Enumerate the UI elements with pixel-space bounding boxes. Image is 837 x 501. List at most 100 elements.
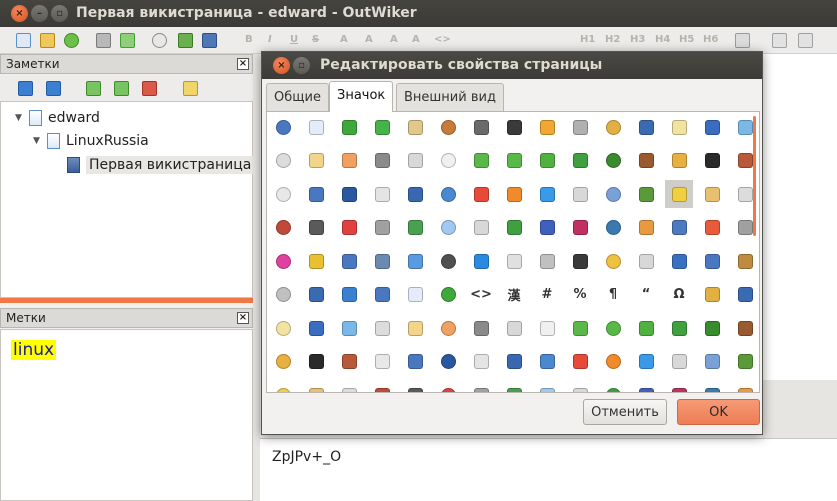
- icon-option[interactable]: [434, 147, 462, 175]
- icon-option[interactable]: [566, 247, 594, 275]
- icon-option[interactable]: [698, 281, 726, 309]
- icon-option[interactable]: [467, 180, 495, 208]
- icon-option[interactable]: [599, 314, 627, 342]
- icon-option[interactable]: [665, 147, 693, 175]
- remove-page-icon[interactable]: [142, 81, 157, 96]
- icon-option[interactable]: [533, 180, 561, 208]
- icon-option[interactable]: [665, 180, 693, 208]
- icon-option[interactable]: [698, 381, 726, 392]
- icon-option[interactable]: [368, 281, 396, 309]
- icon-option[interactable]: [533, 147, 561, 175]
- icon-option[interactable]: [698, 147, 726, 175]
- font-a4-button[interactable]: A: [412, 34, 420, 45]
- icon-option[interactable]: [401, 281, 429, 309]
- icon-option[interactable]: [368, 214, 396, 242]
- icon-option[interactable]: [599, 348, 627, 376]
- icon-option[interactable]: [698, 113, 726, 141]
- icon-option[interactable]: [269, 348, 297, 376]
- icon-option[interactable]: [302, 214, 330, 242]
- icon-option[interactable]: [368, 247, 396, 275]
- ok-button[interactable]: OK: [677, 399, 760, 425]
- icon-option[interactable]: [533, 247, 561, 275]
- tag-link[interactable]: linux: [11, 340, 57, 360]
- icon-option[interactable]: [467, 314, 495, 342]
- icon-option[interactable]: [500, 180, 528, 208]
- icon-option[interactable]: [269, 180, 297, 208]
- icon-option[interactable]: [401, 314, 429, 342]
- icon-option[interactable]: [698, 348, 726, 376]
- icon-option[interactable]: [500, 314, 528, 342]
- icon-option[interactable]: [434, 247, 462, 275]
- icon-option[interactable]: [434, 214, 462, 242]
- icon-option[interactable]: [335, 180, 363, 208]
- icon-option[interactable]: [467, 113, 495, 141]
- icon-option[interactable]: [665, 113, 693, 141]
- cancel-button[interactable]: Отменить: [583, 399, 667, 425]
- icon-option[interactable]: [698, 180, 726, 208]
- icon-option[interactable]: [401, 180, 429, 208]
- icon-option[interactable]: [566, 113, 594, 141]
- icon-option[interactable]: [731, 247, 759, 275]
- icon-option[interactable]: [434, 348, 462, 376]
- tab-icon[interactable]: Значок: [329, 81, 394, 112]
- icon-option[interactable]: [665, 247, 693, 275]
- icon-option[interactable]: [368, 113, 396, 141]
- icon-option[interactable]: “: [632, 281, 660, 309]
- icon-option[interactable]: [533, 214, 561, 242]
- icon-option[interactable]: [302, 348, 330, 376]
- icon-option[interactable]: [368, 180, 396, 208]
- icon-option[interactable]: [368, 348, 396, 376]
- icon-option[interactable]: [599, 381, 627, 392]
- icon-option[interactable]: [632, 214, 660, 242]
- notes-pane-close-button[interactable]: ×: [237, 58, 249, 70]
- attach-icon[interactable]: [96, 33, 111, 48]
- anchor-icon[interactable]: [798, 33, 813, 48]
- icon-option[interactable]: 漢: [500, 281, 528, 309]
- tree-item-linuxrussia[interactable]: ▼ LinuxRussia: [33, 133, 149, 149]
- download-icon[interactable]: [178, 33, 193, 48]
- icon-option[interactable]: [632, 314, 660, 342]
- icon-option[interactable]: [665, 314, 693, 342]
- h1-button[interactable]: H1: [580, 34, 595, 45]
- icon-option[interactable]: [566, 381, 594, 392]
- font-a2-button[interactable]: A: [365, 34, 373, 45]
- icon-option[interactable]: [302, 147, 330, 175]
- icon-option[interactable]: [599, 247, 627, 275]
- icon-option[interactable]: [434, 281, 462, 309]
- icon-option[interactable]: [500, 247, 528, 275]
- icon-option[interactable]: [566, 214, 594, 242]
- icon-option[interactable]: [698, 214, 726, 242]
- icon-option[interactable]: [467, 381, 495, 392]
- icon-option[interactable]: [731, 281, 759, 309]
- icon-option[interactable]: [269, 381, 297, 392]
- icon-option[interactable]: [368, 314, 396, 342]
- code-button[interactable]: <>: [434, 34, 451, 45]
- icon-option[interactable]: [500, 381, 528, 392]
- icon-option[interactable]: [434, 180, 462, 208]
- icon-option[interactable]: [599, 180, 627, 208]
- icon-option[interactable]: [368, 381, 396, 392]
- icon-option[interactable]: [335, 381, 363, 392]
- tags-pane-close-button[interactable]: ×: [237, 312, 249, 324]
- bold-button[interactable]: B: [245, 34, 253, 45]
- icon-option[interactable]: [698, 314, 726, 342]
- open-folder-icon[interactable]: [40, 33, 55, 48]
- link-icon[interactable]: [772, 33, 787, 48]
- icon-option[interactable]: [269, 247, 297, 275]
- icon-option[interactable]: [269, 214, 297, 242]
- search-icon[interactable]: [152, 33, 167, 48]
- icon-option[interactable]: %: [566, 281, 594, 309]
- icon-option[interactable]: #: [533, 281, 561, 309]
- icon-option[interactable]: [500, 348, 528, 376]
- icon-option[interactable]: [302, 247, 330, 275]
- icon-option[interactable]: [434, 381, 462, 392]
- icon-option[interactable]: [401, 113, 429, 141]
- icon-option[interactable]: [467, 214, 495, 242]
- icon-option[interactable]: [335, 281, 363, 309]
- icon-option[interactable]: [401, 247, 429, 275]
- icon-option[interactable]: [632, 348, 660, 376]
- icon-option[interactable]: [665, 214, 693, 242]
- icon-option[interactable]: [302, 113, 330, 141]
- tree-item-first-wiki-page[interactable]: Первая викистраница: [53, 156, 255, 174]
- icon-option[interactable]: [731, 381, 759, 392]
